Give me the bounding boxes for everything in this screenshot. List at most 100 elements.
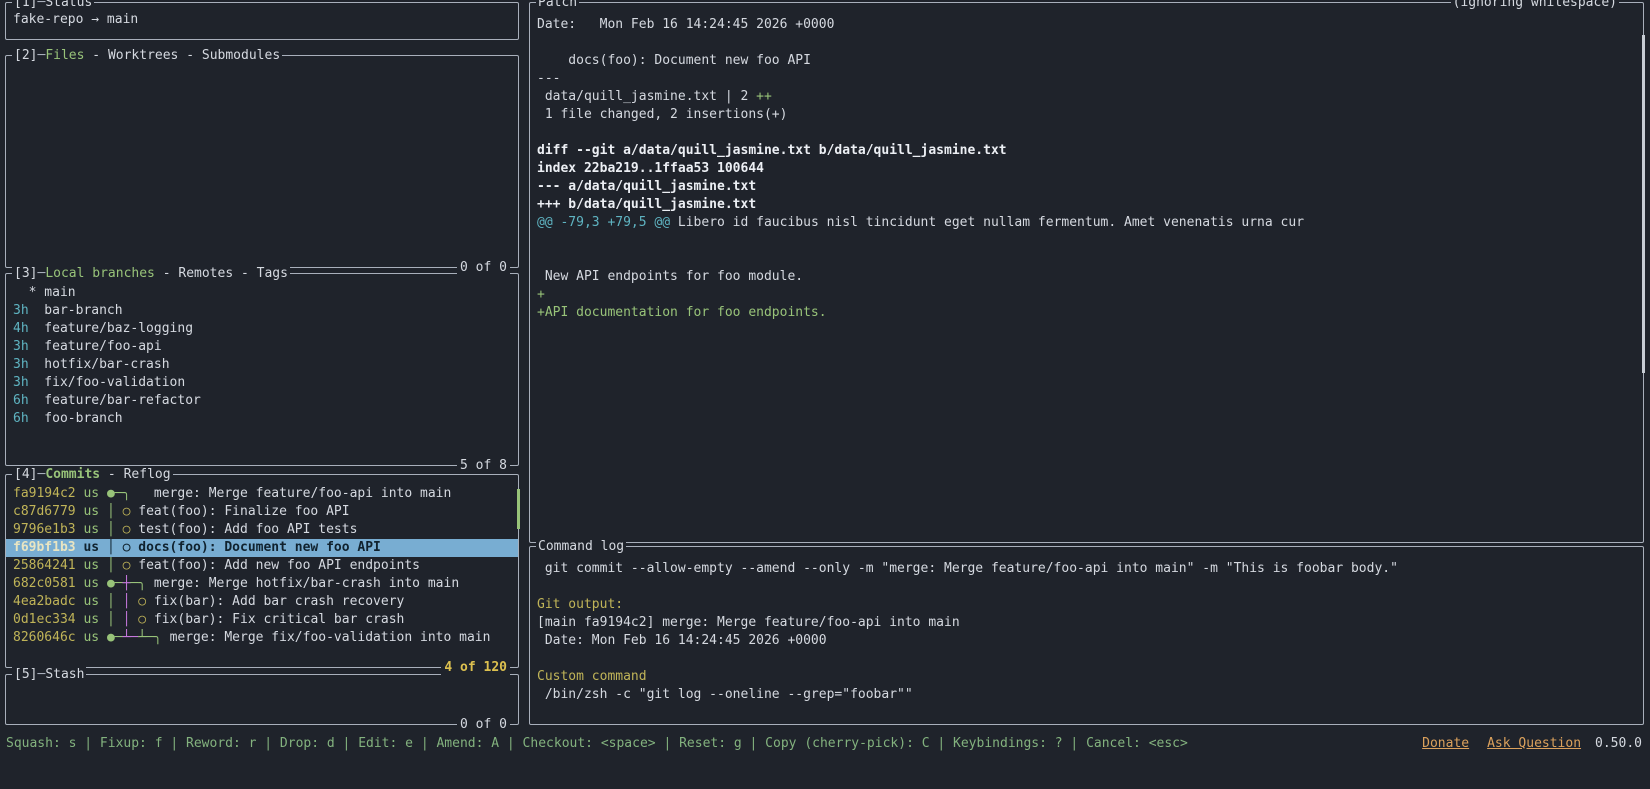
branch-row[interactable]: * main [6,284,518,302]
text-segment: [3] [14,266,37,281]
text-segment: ●─ [107,630,123,645]
tab-local-branches[interactable]: Local branches [45,266,155,281]
tab-worktrees[interactable]: Worktrees [108,48,178,63]
command-log-line: [main fa9194c2] merge: Merge feature/foo… [530,614,1643,632]
commits-panel[interactable]: [4]─Commits - Reflog fa9194c2 us ●─╮ mer… [5,474,519,668]
patch-panel[interactable]: Patch (ignoring whitespace) Date: Mon Fe… [529,2,1644,543]
tab-commits[interactable]: Commits [45,467,100,482]
text-segment: - [233,266,256,281]
commit-row[interactable]: 8260646c us ●─┴─┴─╮ merge: Merge fix/foo… [6,629,518,647]
text-segment: --- [537,71,560,86]
text-segment: Git output: [537,597,623,612]
command-log-title: Command log [536,539,626,554]
text-segment: - [178,48,201,63]
text-segment: [5] [14,667,37,682]
text-segment: us [76,540,107,555]
command-log-line [530,578,1643,596]
text-segment: bar-branch [29,303,123,318]
text-segment: us [76,486,107,501]
patch-line: New API endpoints for foo module. [530,268,1643,286]
text-segment: 6h [13,411,29,426]
patch-line: data/quill_jasmine.txt | 2 ++ [530,88,1643,106]
commit-row[interactable]: 4ea2badc us │ │ ○ fix(bar): Add bar cras… [6,593,518,611]
text-segment: @@ -79,3 +79,5 @@ [537,215,670,230]
branch-row[interactable]: 6h foo-branch [6,410,518,428]
text-segment: ●─ [107,576,123,591]
stash-list[interactable] [6,675,518,724]
text-segment: diff --git a/data/quill_jasmine.txt b/da… [537,143,1007,158]
text-segment: 3h [13,303,29,318]
command-log-content: git commit --allow-empty --amend --only … [530,547,1643,724]
commit-row[interactable]: 0d1ec334 us │ │ ○ fix(bar): Fix critical… [6,611,518,629]
text-segment: hotfix/bar-crash [29,357,170,372]
tab-files[interactable]: Files [45,48,84,63]
text-segment: │ [123,594,139,609]
patch-line: index 22ba219..1ffaa53 100644 [530,160,1643,178]
text-segment: test(foo): Add foo API tests [138,522,357,537]
text-segment: Date: Mon Feb 16 14:24:45 2026 +0000 [537,633,827,648]
text-segment: +++ b/data/quill_jasmine.txt [537,197,756,212]
text-segment: us [76,576,107,591]
files-panel[interactable]: [2]─Files - Worktrees - Submodules 0 of … [5,55,519,268]
text-segment: +API documentation for foo endpoints. [537,305,827,320]
main-column: Patch (ignoring whitespace) Date: Mon Fe… [529,0,1644,727]
tab-tags[interactable]: Tags [257,266,288,281]
text-segment: feat(foo): Add new foo API endpoints [138,558,420,573]
status-panel-title: [1]─Status [12,0,94,10]
commits-scrollbar[interactable] [517,489,520,529]
patch-line: 1 file changed, 2 insertions(+) [530,106,1643,124]
commit-row-selected[interactable]: f69bf1b3 us │ ○ docs(foo): Document new … [6,539,518,557]
text-segment: 9796e1b3 [13,522,76,537]
stash-panel[interactable]: [5]─Stash 0 of 0 [5,674,519,725]
text-segment: data/quill_jasmine.txt | 2 [537,89,756,104]
text-segment: ○ [138,594,146,609]
branch-row[interactable]: 3h fix/foo-validation [6,374,518,392]
text-segment: fix(bar): Fix critical bar crash [154,612,404,627]
text-segment: Custom command [537,669,647,684]
branch-row[interactable]: 3h hotfix/bar-crash [6,356,518,374]
text-segment: + [537,287,545,302]
files-list[interactable] [6,56,518,267]
command-log-line: git commit --allow-empty --amend --only … [530,560,1643,578]
ask-question-link[interactable]: Ask Question [1487,736,1581,751]
tab-reflog[interactable]: Reflog [124,467,171,482]
text-segment: us [76,612,107,627]
command-log-panel[interactable]: Command log git commit --allow-empty --a… [529,546,1644,725]
tab-remotes[interactable]: Remotes [178,266,233,281]
stash-count: 0 of 0 [457,717,510,732]
patch-line [530,124,1643,142]
commit-row[interactable]: fa9194c2 us ●─╮ merge: Merge feature/foo… [6,485,518,503]
branch-row[interactable]: 6h feature/bar-refactor [6,392,518,410]
repo-branch-status[interactable]: fake-repo → main [6,11,518,29]
commit-row[interactable]: 682c0581 us ●─┼─╮ merge: Merge hotfix/ba… [6,575,518,593]
text-segment: │ [123,612,139,627]
branch-row[interactable]: 4h feature/baz-logging [6,320,518,338]
branches-count: 5 of 8 [457,458,510,473]
donate-link[interactable]: Donate [1422,736,1469,751]
text-segment: ┴─╮ [138,630,169,645]
commits-panel-title: [4]─Commits - Reflog [12,467,173,482]
text-segment [146,612,154,627]
text-segment: - [100,467,123,482]
text-segment: 4ea2badc [13,594,76,609]
text-segment: ┴─ [123,630,139,645]
text-segment: feature/bar-refactor [29,393,201,408]
patch-scrollbar[interactable] [1642,35,1645,373]
status-panel[interactable]: [1]─Status fake-repo → main [5,2,519,40]
ignoring-whitespace-label: (ignoring whitespace) [1451,0,1619,10]
version-label: 0.50.0 [1595,736,1642,751]
branch-row[interactable]: 3h feature/foo-api [6,338,518,356]
tab-stash[interactable]: Stash [45,667,84,682]
branch-row[interactable]: 3h bar-branch [6,302,518,320]
branches-panel[interactable]: [3]─Local branches - Remotes - Tags * ma… [5,273,519,466]
commit-row[interactable]: 9796e1b3 us │ ○ test(foo): Add foo API t… [6,521,518,539]
tab-submodules[interactable]: Submodules [202,48,280,63]
command-log-line [530,650,1643,668]
side-column: [1]─Status fake-repo → main [2]─Files - … [5,0,519,727]
patch-line: +++ b/data/quill_jasmine.txt [530,196,1643,214]
patch-line: docs(foo): Document new foo API [530,52,1643,70]
tab-status[interactable]: Status [45,0,92,10]
commit-row[interactable]: c87d6779 us │ ○ feat(foo): Finalize foo … [6,503,518,521]
command-log-line: Custom command [530,668,1643,686]
commit-row[interactable]: 25864241 us │ ○ feat(foo): Add new foo A… [6,557,518,575]
